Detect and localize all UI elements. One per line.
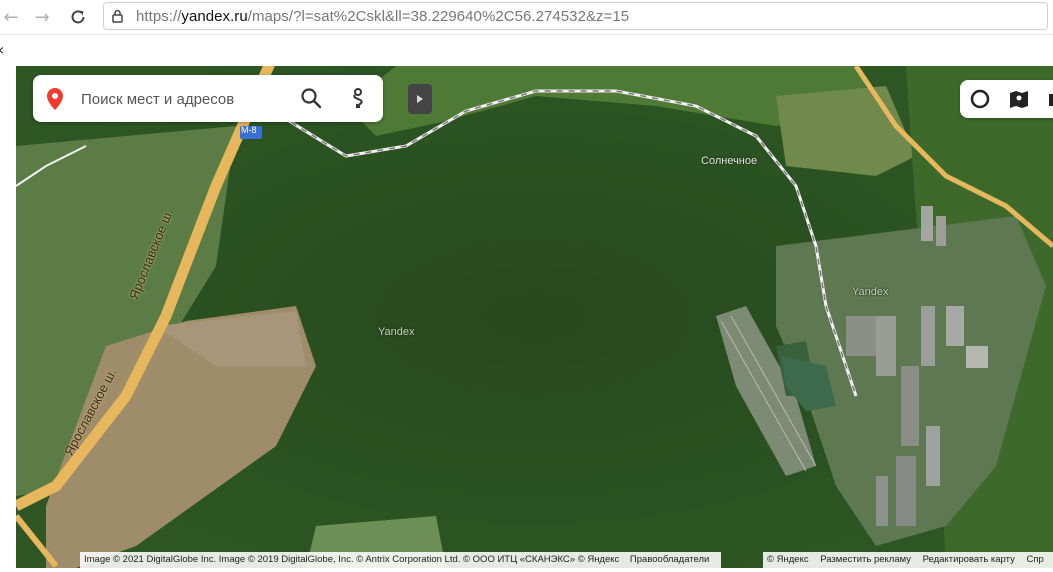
yandex-copyright[interactable]: © Яндекс	[767, 554, 809, 565]
chevron-left-icon[interactable]: ‹	[0, 40, 4, 59]
back-button[interactable]: ←	[0, 6, 22, 28]
road-sign-m8: М-8	[241, 125, 257, 135]
advertise-link[interactable]: Разместить рекламу	[820, 554, 911, 565]
map-controls	[960, 80, 1053, 118]
help-link[interactable]: Спр	[1026, 554, 1043, 565]
url-prefix: https://	[136, 8, 182, 25]
arrow-right-icon: →	[34, 6, 50, 28]
satellite-map[interactable]: М-8 Ярославское ш. Ярославское ш. Солнеч…	[16, 66, 1053, 568]
search-icon[interactable]	[300, 87, 322, 109]
route-icon[interactable]	[347, 87, 369, 109]
footer-links: © Яндекс Разместить рекламу Редактироват…	[763, 552, 1053, 568]
url-path: /maps/?l=sat%2Cskl&ll=38.229640%2C56.274…	[247, 8, 630, 25]
search-panel	[33, 75, 383, 122]
lock-icon	[112, 9, 123, 23]
layers-icon[interactable]	[969, 88, 991, 110]
yandex-watermark: Yandex	[378, 326, 415, 338]
edit-map-link[interactable]: Редактировать карту	[923, 554, 1015, 565]
arrow-left-icon: ←	[3, 6, 19, 28]
village-label[interactable]: Солнечное	[701, 155, 757, 167]
reload-button[interactable]	[67, 6, 89, 28]
url-text[interactable]: https://yandex.ru/maps/?l=sat%2Cskl&ll=3…	[136, 8, 629, 25]
panorama-icon[interactable]	[1046, 88, 1053, 110]
map-pin-icon	[47, 88, 63, 110]
browser-toolbar: ← → https://yandex.ru/maps/?l=sat%2Cskl&…	[0, 0, 1053, 35]
rights-link[interactable]: Правообладатели	[630, 554, 709, 565]
page-header-strip	[0, 35, 1053, 66]
attribution-text: Image © 2021 DigitalGlobe Inc. Image © 2…	[84, 554, 620, 565]
satellite-imagery	[16, 66, 1053, 568]
forward-button[interactable]: →	[31, 6, 53, 28]
map-book-icon[interactable]	[1008, 88, 1030, 110]
reload-icon	[71, 10, 85, 24]
yandex-watermark: Yandex	[852, 286, 889, 298]
url-host: yandex.ru	[181, 8, 248, 25]
attribution-bar: Image © 2021 DigitalGlobe Inc. Image © 2…	[80, 552, 722, 568]
play-right-icon	[417, 95, 423, 103]
panel-toggle-button[interactable]	[408, 84, 432, 114]
search-input[interactable]	[79, 85, 283, 113]
address-bar[interactable]: https://yandex.ru/maps/?l=sat%2Cskl&ll=3…	[103, 2, 1048, 30]
